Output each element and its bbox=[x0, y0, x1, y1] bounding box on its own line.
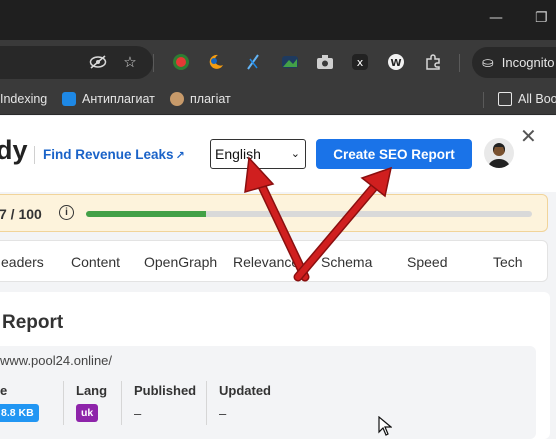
bookmark-label: плагіат bbox=[190, 92, 231, 106]
score-progress-fill bbox=[86, 211, 207, 217]
published-value: – bbox=[134, 406, 142, 421]
chevron-down-icon: ⌄ bbox=[290, 147, 300, 160]
extension-moon-icon[interactable] bbox=[206, 52, 226, 72]
tab-relevance[interactable]: Relevance bbox=[233, 254, 299, 270]
bookmark-antiplagiat[interactable]: Антиплагиат bbox=[62, 92, 155, 106]
all-bookmarks-label: All Boo bbox=[518, 92, 556, 106]
report-url[interactable]: www.pool24.online/ bbox=[0, 353, 112, 368]
score-progress-track bbox=[86, 211, 532, 217]
extension-landscape-icon[interactable] bbox=[280, 52, 300, 72]
browser-titlebar: — ❐ bbox=[0, 0, 556, 40]
tab-content[interactable]: Content bbox=[71, 254, 120, 270]
tab-headers[interactable]: eaders bbox=[1, 254, 44, 270]
brand-logo[interactable]: dy bbox=[0, 135, 28, 166]
seo-score-bar: 7 / 100 i bbox=[0, 194, 548, 232]
screen: — ❐ ☆ x W ⛀ Incognito Indexing Антиплаги… bbox=[0, 0, 556, 439]
info-icon[interactable]: i bbox=[59, 205, 74, 220]
tab-schema[interactable]: Schema bbox=[321, 254, 372, 270]
toolbar-divider bbox=[153, 54, 154, 72]
lang-badge: uk bbox=[76, 404, 99, 422]
antiplagiat-favicon-icon bbox=[62, 92, 76, 106]
score-value: 7 / 100 bbox=[0, 206, 42, 222]
extension-red-dot-icon[interactable] bbox=[171, 52, 191, 72]
extension-slash-icon[interactable] bbox=[243, 52, 263, 72]
folder-icon bbox=[498, 92, 512, 106]
create-seo-report-button[interactable]: Create SEO Report bbox=[316, 139, 472, 169]
language-selected-value: English bbox=[215, 146, 261, 162]
extension-x-icon[interactable]: x bbox=[350, 52, 370, 72]
incognito-label: Incognito bbox=[501, 55, 555, 70]
plagiat-favicon-icon bbox=[170, 92, 184, 106]
app-header: dy Find Revenue Leaks ↗ English ⌄ Create … bbox=[0, 116, 556, 192]
eye-off-icon[interactable] bbox=[88, 52, 108, 72]
puzzle-extensions-icon[interactable] bbox=[423, 52, 443, 72]
column-divider bbox=[206, 381, 207, 425]
updated-label: Updated bbox=[219, 383, 271, 398]
column-divider bbox=[63, 381, 64, 425]
tab-speed[interactable]: Speed bbox=[407, 254, 447, 270]
browser-toolbar: ☆ x W ⛀ Incognito bbox=[0, 40, 556, 85]
cta-label: Create SEO Report bbox=[333, 146, 455, 162]
svg-text:W: W bbox=[390, 58, 401, 69]
toolbar-divider bbox=[459, 54, 460, 72]
header-divider bbox=[34, 146, 35, 164]
bookmarks-divider bbox=[483, 92, 484, 108]
restore-icon[interactable]: ❐ bbox=[535, 10, 548, 26]
mouse-cursor-icon bbox=[378, 415, 393, 439]
published-label: Published bbox=[134, 383, 197, 398]
close-icon[interactable]: ✕ bbox=[520, 124, 537, 148]
avatar[interactable] bbox=[484, 138, 514, 168]
find-revenue-leaks-link[interactable]: Find Revenue Leaks ↗ bbox=[43, 147, 185, 162]
extension-w-icon[interactable]: W bbox=[386, 52, 406, 72]
report-card: Report www.pool24.online/ e 8.8 KB Lang … bbox=[0, 292, 550, 439]
bookmark-indexing[interactable]: Indexing bbox=[0, 92, 47, 106]
column-divider bbox=[121, 381, 122, 425]
lang-label: Lang bbox=[76, 383, 108, 398]
all-bookmarks[interactable]: All Boo bbox=[498, 92, 556, 106]
updated-value: – bbox=[219, 406, 227, 421]
incognito-indicator[interactable]: ⛀ Incognito bbox=[472, 47, 556, 78]
svg-text:x: x bbox=[357, 56, 364, 69]
report-title: Report bbox=[2, 312, 64, 333]
revenue-link-label: Find Revenue Leaks bbox=[43, 147, 174, 162]
incognito-icon: ⛀ bbox=[482, 54, 494, 71]
language-select[interactable]: English ⌄ bbox=[210, 139, 306, 169]
tab-opengraph[interactable]: OpenGraph bbox=[144, 254, 217, 270]
camera-icon[interactable] bbox=[315, 52, 335, 72]
star-icon[interactable]: ☆ bbox=[120, 52, 140, 72]
page: dy Find Revenue Leaks ↗ English ⌄ Create … bbox=[0, 116, 556, 439]
external-link-icon: ↗ bbox=[175, 149, 185, 162]
report-summary: www.pool24.online/ e 8.8 KB Lang uk Publ… bbox=[0, 346, 536, 439]
bookmark-label: Антиплагиат bbox=[82, 92, 155, 106]
bookmark-plagiat[interactable]: плагіат bbox=[170, 92, 231, 106]
size-badge: 8.8 KB bbox=[0, 404, 39, 422]
bookmark-label: Indexing bbox=[0, 92, 48, 106]
minimize-icon[interactable]: — bbox=[489, 10, 503, 26]
bookmarks-bar: Indexing Антиплагиат плагіат All Boo bbox=[0, 85, 556, 115]
size-label: e bbox=[0, 383, 8, 398]
report-tabs: eaders Content OpenGraph Relevance Schem… bbox=[0, 240, 548, 282]
tab-tech[interactable]: Tech bbox=[493, 254, 523, 270]
